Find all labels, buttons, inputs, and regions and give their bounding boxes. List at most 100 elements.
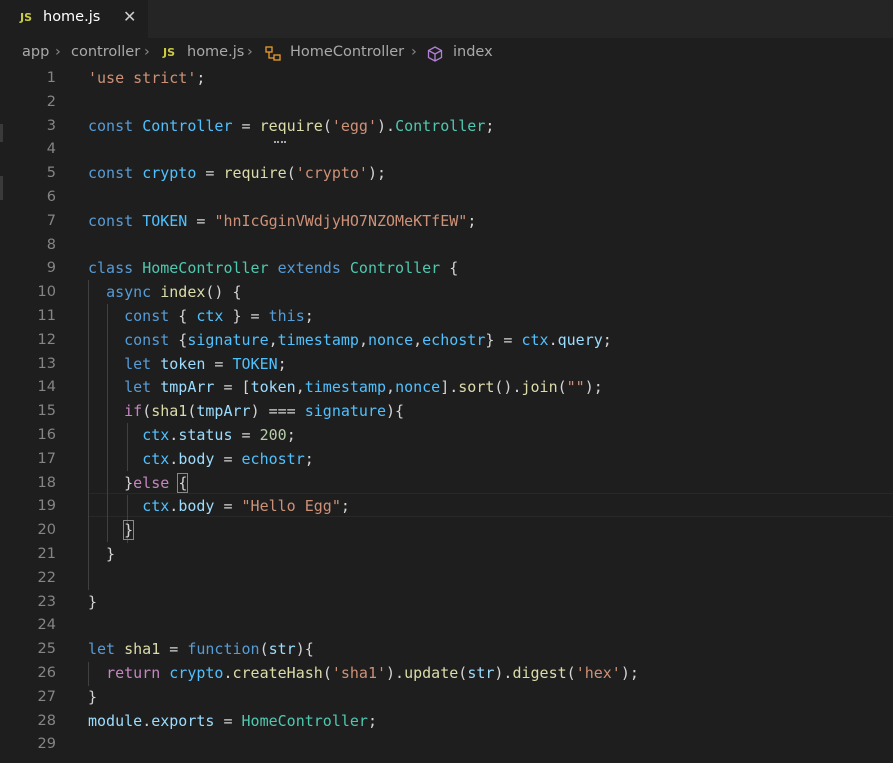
chevron-right-icon: › — [144, 44, 150, 60]
code-token: ; — [304, 307, 314, 325]
line-number: 22 — [37, 569, 56, 586]
chevron-right-icon: › — [247, 44, 253, 60]
tab-home-js[interactable]: JS home.js ✕ — [0, 0, 148, 38]
code-token: tmpArr — [160, 378, 215, 397]
code-token: , — [358, 330, 368, 349]
code-line: } — [88, 518, 135, 542]
code-token: 'egg' — [331, 116, 377, 135]
code-token: ctx — [521, 330, 549, 349]
code-token: return — [106, 664, 161, 682]
code-token: module — [88, 711, 143, 730]
code-token: let — [124, 354, 152, 373]
tab-label: home.js — [43, 9, 101, 25]
code-token: (). — [494, 378, 522, 397]
code-token: . — [169, 497, 179, 516]
code-token: nonce — [395, 378, 441, 397]
method-icon — [427, 46, 443, 66]
line-number: 26 — [37, 665, 56, 681]
code-token: = — [187, 211, 215, 230]
code-line: const {signature,timestamp,nonce,echostr… — [88, 328, 612, 352]
line-number: 2 — [46, 93, 56, 110]
code-token: crypto — [142, 164, 197, 183]
code-token: = — [160, 640, 188, 659]
close-icon[interactable]: ✕ — [123, 7, 136, 26]
breadcrumb-item-method[interactable]: index — [453, 44, 493, 60]
code-line: class HomeController extends Controller … — [88, 256, 458, 280]
code-token: ){ — [295, 640, 314, 659]
code-token: str — [268, 640, 296, 659]
code-token: ; — [467, 211, 477, 230]
code-token: 'sha1' — [331, 664, 387, 682]
line-number: 10 — [37, 284, 56, 301]
code-token: sort — [458, 378, 495, 397]
code-line: let tmpArr = [token,timestamp,nonce].sor… — [88, 375, 603, 399]
code-token: const — [88, 164, 134, 183]
code-token: extends — [277, 259, 341, 278]
breadcrumb-item-class[interactable]: HomeController — [290, 44, 404, 60]
js-file-icon: JS — [163, 46, 176, 59]
breadcrumb-item-controller[interactable]: controller — [71, 44, 140, 60]
line-number: 6 — [46, 189, 56, 205]
code-token: HomeController — [241, 711, 368, 730]
code-editor[interactable]: 1 2 3 4 5 6 7 8 9 10 11 12 13 14 15 16 17 18 19 20 21 22 23 24 2… — [0, 66, 893, 763]
code-token: ( — [458, 664, 468, 682]
line-number: 8 — [46, 236, 56, 253]
code-line: const crypto = require('crypto'); — [88, 161, 386, 185]
code-token: ; — [340, 497, 350, 516]
code-token: const — [88, 211, 134, 230]
breadcrumb-item-app[interactable]: app — [22, 44, 49, 60]
code-token: nonce — [367, 330, 414, 349]
code-token: ctx — [142, 426, 170, 444]
code-token: () { — [205, 283, 242, 302]
code-token: } — [88, 592, 98, 611]
code-token: async — [106, 283, 152, 302]
code-token: signature — [187, 330, 269, 349]
code-token: this — [268, 307, 305, 325]
code-token: = — [196, 164, 224, 183]
code-line: }else { — [88, 471, 189, 495]
breadcrumb: app › controller › JS home.js › HomeCont… — [0, 38, 893, 66]
code-token: = — [214, 449, 242, 468]
line-number: 14 — [37, 379, 56, 396]
code-token: ; — [485, 116, 495, 135]
code-token: str — [467, 664, 495, 682]
line-number: 15 — [37, 403, 56, 420]
code-token: = — [232, 426, 260, 444]
code-token: . — [169, 426, 179, 444]
code-token: "Hello Egg" — [241, 497, 341, 516]
code-token: const — [124, 330, 170, 349]
code-token: ){ — [386, 402, 405, 421]
line-number: 21 — [37, 546, 56, 562]
breadcrumb-item-file[interactable]: home.js — [187, 44, 244, 60]
code-line: let token = TOKEN; — [88, 352, 287, 376]
code-token: ). — [494, 664, 513, 682]
code-token: ( — [557, 378, 567, 397]
code-token: ( — [322, 116, 332, 135]
line-number: 4 — [46, 141, 56, 158]
code-token: crypto — [169, 664, 224, 682]
code-token: update — [404, 664, 459, 682]
code-token: Controller — [349, 259, 441, 278]
code-line: const { ctx } = this; — [88, 304, 314, 328]
code-token: . — [223, 664, 233, 682]
code-token: function — [187, 640, 260, 659]
tab-bar: JS home.js ✕ — [0, 0, 893, 38]
line-number: 28 — [37, 712, 56, 729]
code-token: 'crypto' — [295, 164, 368, 183]
code-token: ; — [286, 426, 296, 444]
code-token: body — [178, 449, 215, 468]
code-token: else — [133, 473, 170, 492]
code-token: } = — [485, 330, 522, 349]
code-line: } — [88, 542, 115, 566]
line-number: 24 — [37, 617, 56, 634]
code-token: TOKEN — [142, 211, 188, 230]
code-token: } = — [223, 307, 269, 325]
code-token: . — [142, 711, 152, 730]
code-token: ; — [196, 69, 206, 87]
code-token: ; — [304, 449, 314, 468]
